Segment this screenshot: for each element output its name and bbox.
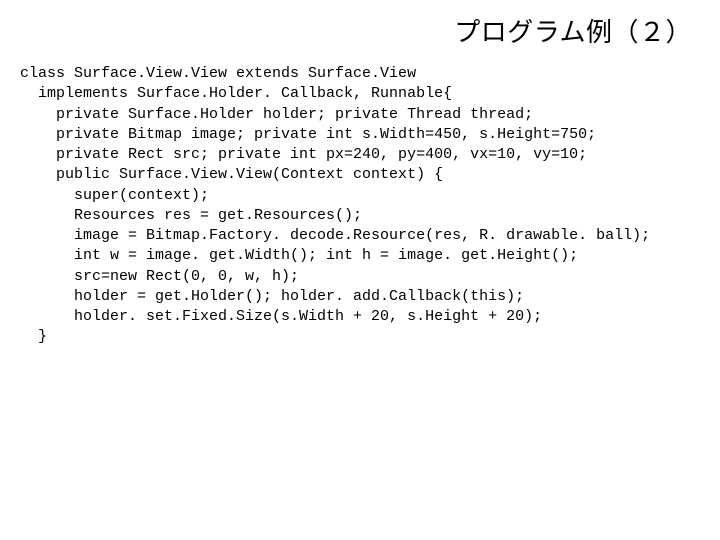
- slide: プログラム例（２） class Surface.View.View extend…: [0, 0, 720, 540]
- code-block: class Surface.View.View extends Surface.…: [20, 64, 700, 348]
- slide-title: プログラム例（２）: [454, 12, 692, 49]
